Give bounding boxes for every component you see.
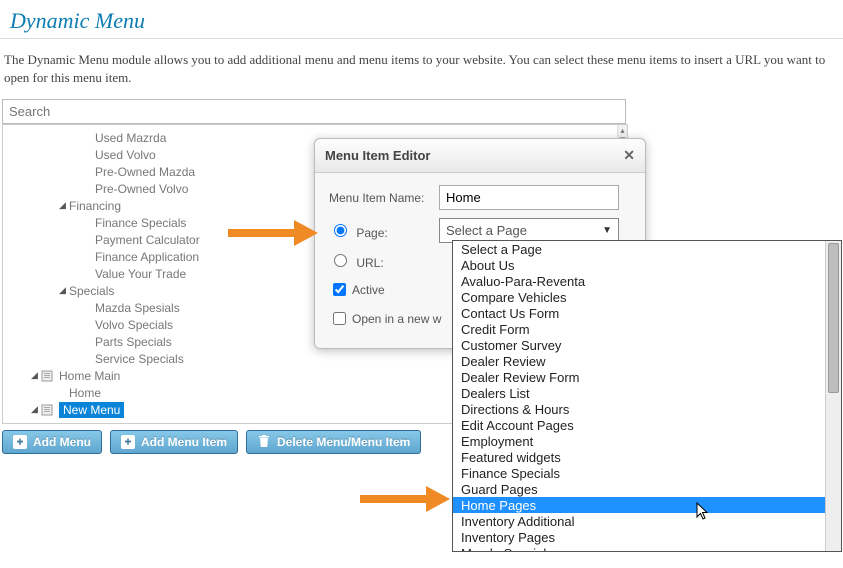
chevron-down-icon: ▼: [602, 225, 612, 236]
delete-menu-button[interactable]: Delete Menu/Menu Item: [246, 430, 421, 454]
tree-item-label: Parts Specials: [95, 335, 172, 349]
dropdown-option[interactable]: About Us: [453, 257, 841, 273]
active-label: Active: [352, 283, 385, 297]
page-radio[interactable]: [334, 224, 347, 237]
dropdown-option[interactable]: Select a Page: [453, 241, 841, 257]
dropdown-option[interactable]: Credit Form: [453, 321, 841, 337]
menu-item-name-input[interactable]: [439, 185, 619, 210]
tree-item-label: Used Volvo: [95, 148, 156, 162]
tree-item-label: Service Specials: [95, 352, 184, 366]
add-menu-button[interactable]: Add Menu: [2, 430, 102, 454]
active-checkbox[interactable]: [333, 283, 346, 296]
scroll-up-icon[interactable]: ▴: [618, 125, 627, 135]
tree-item-label: Pre-Owned Mazda: [95, 165, 195, 179]
document-icon: [41, 404, 55, 416]
dialog-title: Menu Item Editor: [325, 148, 430, 163]
new-window-label: Open in a new w: [352, 312, 441, 326]
dropdown-option[interactable]: Compare Vehicles: [453, 289, 841, 305]
dropdown-option[interactable]: Featured widgets: [453, 449, 841, 465]
tree-expander-icon[interactable]: ◢: [59, 285, 69, 296]
tree-item-label: Volvo Specials: [95, 318, 173, 332]
annotation-arrow: [360, 486, 450, 512]
tree-item-label: Finance Specials: [95, 216, 186, 230]
tree-item-label: Pre-Owned Volvo: [95, 182, 188, 196]
name-label: Menu Item Name:: [329, 191, 439, 205]
dropdown-option[interactable]: Dealer Review: [453, 353, 841, 369]
tree-expander-icon[interactable]: ◢: [31, 370, 41, 381]
dialog-titlebar: Menu Item Editor ✕: [315, 139, 645, 173]
search-input[interactable]: [2, 99, 626, 124]
dropdown-option[interactable]: Dealers List: [453, 385, 841, 401]
dropdown-option[interactable]: Employment: [453, 433, 841, 449]
url-radio-label: URL:: [356, 256, 383, 270]
dropdown-option[interactable]: Contact Us Form: [453, 305, 841, 321]
dropdown-option[interactable]: Directions & Hours: [453, 401, 841, 417]
annotation-arrow: [228, 220, 318, 246]
tree-item-label: Finance Application: [95, 250, 199, 264]
page-description: The Dynamic Menu module allows you to ad…: [0, 39, 843, 99]
dropdown-option[interactable]: Customer Survey: [453, 337, 841, 353]
dropdown-option[interactable]: Mazda Specials: [453, 545, 841, 552]
tree-item-label: New Menu: [59, 402, 124, 418]
dropdown-option[interactable]: Finance Specials: [453, 465, 841, 481]
tree-item-label: Mazda Spesials: [95, 301, 180, 315]
dropdown-option[interactable]: Edit Account Pages: [453, 417, 841, 433]
tree-item-label: Specials: [69, 284, 114, 298]
dropdown-option[interactable]: Home Pages: [453, 497, 841, 513]
dropdown-option[interactable]: Inventory Additional: [453, 513, 841, 529]
dropdown-option[interactable]: Guard Pages: [453, 481, 841, 497]
add-menu-label: Add Menu: [33, 435, 91, 449]
dropdown-option[interactable]: Dealer Review Form: [453, 369, 841, 385]
tree-item-label: Home Main: [59, 369, 120, 383]
add-menu-item-button[interactable]: Add Menu Item: [110, 430, 238, 454]
dropdown-option[interactable]: Inventory Pages: [453, 529, 841, 545]
page-select-dropdown[interactable]: Select a PageAbout UsAvaluo-Para-Reventa…: [452, 240, 842, 552]
delete-menu-label: Delete Menu/Menu Item: [277, 435, 410, 449]
tree-expander-icon[interactable]: ◢: [31, 404, 41, 415]
tree-expander-icon[interactable]: ◢: [59, 200, 69, 211]
tree-item-label: Financing: [69, 199, 121, 213]
url-radio[interactable]: [334, 254, 347, 267]
tree-item-label: Payment Calculator: [95, 233, 200, 247]
tree-item-label: Home: [69, 386, 101, 400]
tree-item-label: Value Your Trade: [95, 267, 186, 281]
dropdown-option[interactable]: Avaluo-Para-Reventa: [453, 273, 841, 289]
plus-icon: [13, 435, 27, 449]
new-window-checkbox[interactable]: [333, 312, 346, 325]
document-icon: [41, 370, 55, 382]
plus-icon: [121, 435, 135, 449]
dropdown-scroll-thumb[interactable]: [828, 243, 839, 393]
page-radio-label: Page:: [356, 226, 387, 240]
page-select-value: Select a Page: [446, 223, 527, 238]
add-menu-item-label: Add Menu Item: [141, 435, 227, 449]
trash-icon: [257, 435, 271, 449]
close-icon[interactable]: ✕: [623, 147, 635, 164]
page-title: Dynamic Menu: [0, 0, 843, 39]
tree-item-label: Used Mazrda: [95, 131, 166, 145]
dropdown-scrollbar[interactable]: [825, 241, 841, 551]
